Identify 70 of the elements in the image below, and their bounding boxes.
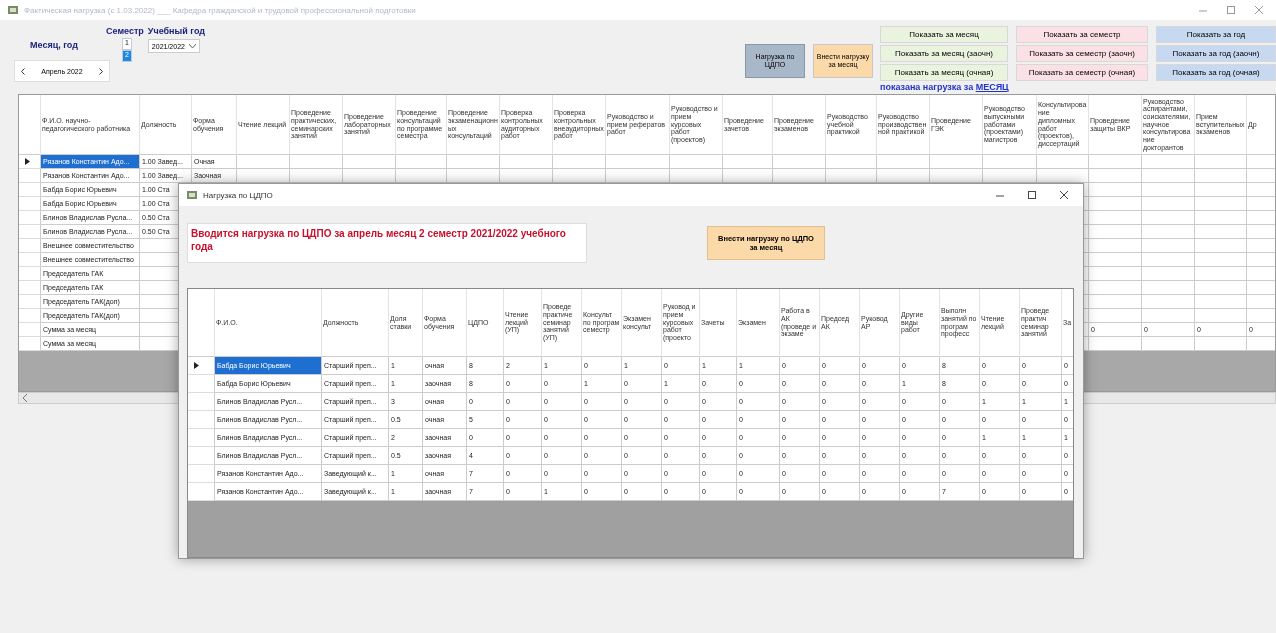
- table-cell: [1195, 211, 1247, 225]
- status-text: показана нагрузка за МЕСЯЦ: [880, 82, 1010, 92]
- table-cell: [1037, 155, 1089, 169]
- table-cell: [237, 155, 290, 169]
- close-icon[interactable]: [1059, 190, 1069, 200]
- header-corner: [188, 289, 215, 357]
- table-cell: [1142, 155, 1195, 169]
- show-button[interactable]: Показать за месяц (заочн): [880, 45, 1008, 62]
- table-cell: [396, 155, 447, 169]
- year-label: Учебный год: [147, 26, 205, 36]
- show-button[interactable]: Показать за год (очная): [1156, 64, 1276, 81]
- table-cell: [877, 155, 930, 169]
- table-cell: [1195, 225, 1247, 239]
- app-icon: [8, 5, 18, 15]
- chevron-left-icon[interactable]: [21, 67, 25, 75]
- table-cell: [1195, 281, 1247, 295]
- current-row-icon: [25, 158, 30, 165]
- table-cell: [1195, 239, 1247, 253]
- table-cell: [1089, 155, 1142, 169]
- table-cell: [447, 155, 500, 169]
- table-cell: [723, 155, 773, 169]
- table-cell: [1089, 169, 1142, 183]
- dialog-title: Нагрузка по ЦДПО: [203, 190, 274, 200]
- maximize-icon[interactable]: [1027, 190, 1037, 200]
- table-cell: [1195, 183, 1247, 197]
- table-cell: [1195, 253, 1247, 267]
- table-cell: [930, 155, 983, 169]
- table-cell: [1142, 183, 1195, 197]
- table-cell: [1142, 267, 1195, 281]
- month-label: Месяц, год: [29, 40, 79, 50]
- window-title: Фактическая нагрузка (с 1.03.2022) ___ Кафедра гражданской и трудовой профессиональной подготовки: [24, 5, 417, 15]
- show-button[interactable]: Показать за месяц (очная): [880, 64, 1008, 81]
- table-cell: [1195, 295, 1247, 309]
- table-cell: [1142, 239, 1195, 253]
- app-icon: [187, 190, 197, 200]
- table-cell: [1142, 253, 1195, 267]
- show-button[interactable]: Показать за год (заочн): [1156, 45, 1276, 62]
- table-cell: [1142, 225, 1195, 239]
- table-cell: [1142, 197, 1195, 211]
- scroll-left-icon[interactable]: [22, 394, 28, 402]
- caret-icon: [188, 43, 196, 49]
- table-cell: [1142, 281, 1195, 295]
- table-cell: [670, 155, 723, 169]
- table-cell: [500, 155, 553, 169]
- table-cell: [290, 155, 343, 169]
- show-button[interactable]: Показать за семестр (очная): [1016, 64, 1148, 81]
- show-button[interactable]: Показать за семестр: [1016, 26, 1148, 43]
- show-button[interactable]: Показать за месяц: [880, 26, 1008, 43]
- table-cell: [343, 155, 396, 169]
- table-cell: [1195, 197, 1247, 211]
- table-cell: [983, 155, 1037, 169]
- table-cell: [553, 155, 606, 169]
- table-cell: [1142, 169, 1195, 183]
- semester-label: Семестр: [106, 26, 144, 36]
- show-button[interactable]: Показать за год: [1156, 26, 1276, 43]
- show-button[interactable]: Показать за семестр (заочн): [1016, 45, 1148, 62]
- chevron-right-icon[interactable]: [99, 67, 103, 75]
- table-cell: [606, 155, 670, 169]
- info-message: Вводится нагрузка по ЦДПО за апрель месяц 2 семестр 2021/2022 учебного года: [187, 223, 587, 263]
- table-cell: [1142, 295, 1195, 309]
- table-cell: [1142, 309, 1195, 323]
- table-cell: [1195, 169, 1247, 183]
- table-cell: [1195, 309, 1247, 323]
- table-cell: [1195, 155, 1247, 169]
- table-cell: [773, 155, 826, 169]
- current-row-icon: [194, 362, 199, 369]
- table-cell: [826, 155, 877, 169]
- table-cell: [1195, 267, 1247, 281]
- table-cell: [1142, 211, 1195, 225]
- header-corner: [19, 95, 41, 155]
